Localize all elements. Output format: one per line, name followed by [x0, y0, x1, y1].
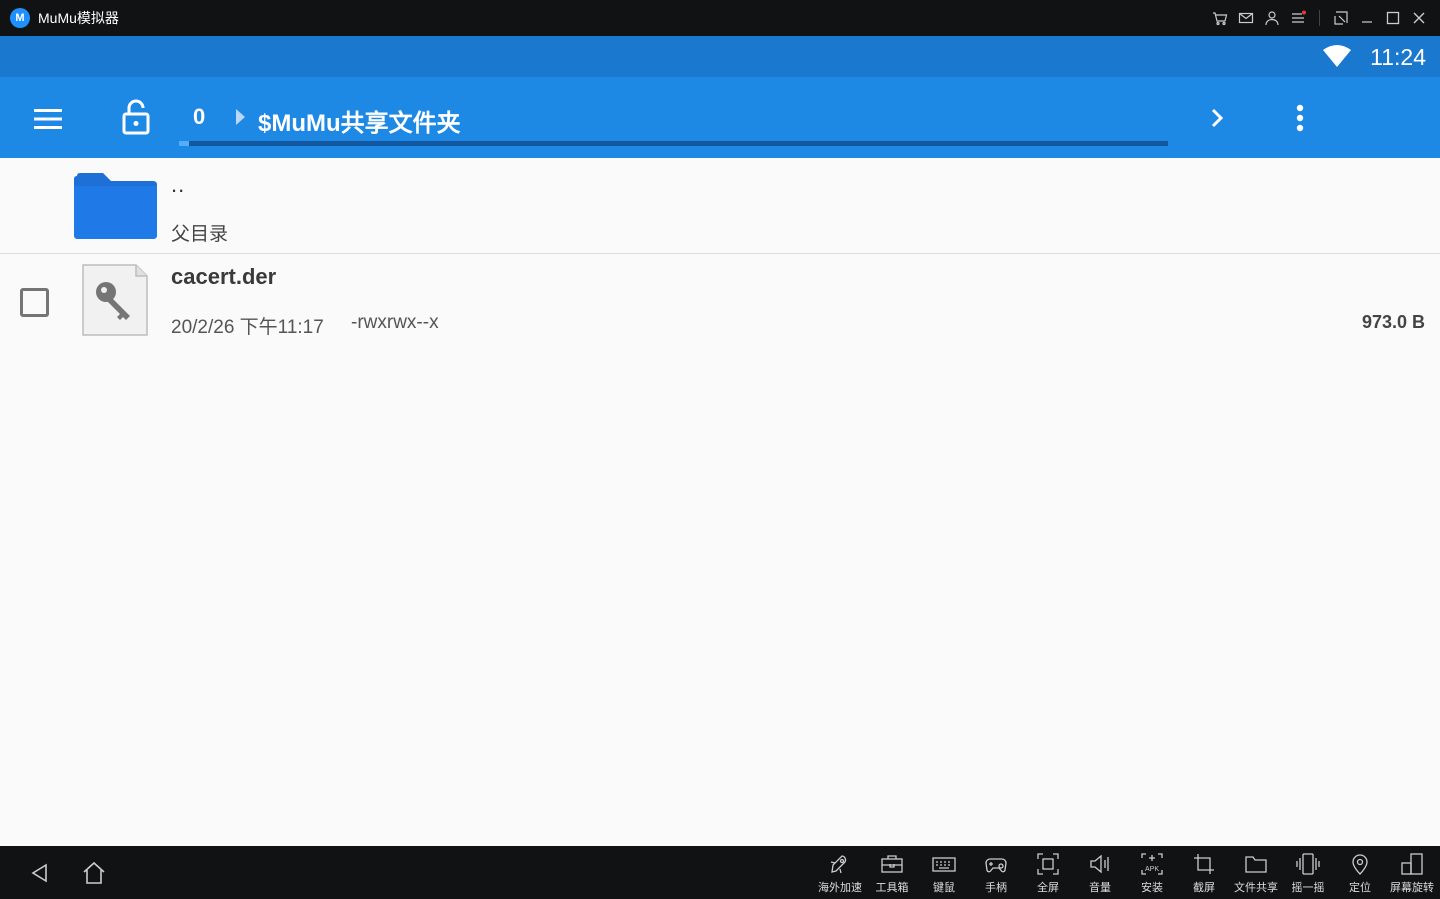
apk-icon: APK: [1141, 853, 1163, 875]
home-icon[interactable]: [80, 860, 108, 886]
user-icon[interactable]: [1259, 0, 1285, 36]
more-options-icon[interactable]: [1284, 99, 1316, 137]
tool-install-apk[interactable]: APK 安装: [1126, 846, 1178, 899]
file-manager-toolbar: 0 $MuMu共享文件夹: [0, 77, 1440, 158]
tool-fullscreen[interactable]: 全屏: [1022, 846, 1074, 899]
menu-notification-icon[interactable]: [1285, 0, 1311, 36]
tool-label: 工具箱: [875, 882, 909, 894]
file-size: 973.0 B: [1361, 312, 1425, 332]
progress-fill: [179, 141, 189, 146]
tool-label: 截屏: [1193, 882, 1215, 894]
rotate-icon: [1401, 853, 1423, 875]
status-clock: 11:24: [1370, 44, 1426, 70]
loading-progress-bar: [179, 141, 1168, 146]
hamburger-menu-icon[interactable]: [28, 99, 68, 139]
mumu-logo-icon: M: [10, 8, 30, 28]
minimize-icon[interactable]: [1354, 0, 1380, 36]
tool-file-share[interactable]: 文件共享: [1230, 846, 1282, 899]
select-checkbox[interactable]: [20, 288, 49, 317]
unlock-icon[interactable]: [115, 95, 157, 139]
tool-shake[interactable]: 摇一摇: [1282, 846, 1334, 899]
titlebar-controls: [1207, 0, 1432, 36]
location-icon: [1352, 854, 1368, 875]
fullscreen-icon: [1037, 853, 1059, 875]
file-date: 20/2/26 下午11:17: [171, 317, 324, 338]
tool-label: 定位: [1349, 882, 1371, 894]
tool-label: 手柄: [985, 882, 1007, 894]
parent-directory-row[interactable]: .. 父目录: [0, 158, 1440, 254]
emulator-toolbar: 海外加速 工具箱 键鼠 手柄 全屏 音量 APK 安装 截屏 文件共享 摇一摇 …: [814, 846, 1438, 899]
file-permissions: -rwxrwx--x: [351, 312, 439, 333]
key-file-icon: [82, 264, 148, 336]
chevron-right-icon[interactable]: [1200, 99, 1234, 137]
tool-toolbox[interactable]: 工具箱: [866, 846, 918, 899]
shrink-window-icon[interactable]: [1328, 0, 1354, 36]
parent-directory-name: ..: [171, 172, 186, 197]
toolbox-icon: [881, 855, 903, 873]
close-icon[interactable]: [1406, 0, 1432, 36]
emulator-bottombar: 海外加速 工具箱 键鼠 手柄 全屏 音量 APK 安装 截屏 文件共享 摇一摇 …: [0, 846, 1440, 899]
tool-label: 摇一摇: [1291, 882, 1325, 894]
file-list: .. 父目录 cacert.der 20/2/26 下午11:17 -rwxrw…: [0, 158, 1440, 350]
tool-label: 全屏: [1037, 882, 1059, 894]
tool-label: 屏幕旋转: [1390, 882, 1434, 894]
tool-gamepad[interactable]: 手柄: [970, 846, 1022, 899]
volume-icon: [1090, 854, 1109, 874]
folder-share-icon: [1245, 856, 1267, 873]
parent-directory-label: 父目录: [171, 224, 229, 245]
rocket-icon: [830, 855, 847, 874]
android-statusbar: 11:24: [0, 36, 1440, 77]
folder-icon: [74, 173, 157, 239]
tool-volume[interactable]: 音量: [1074, 846, 1126, 899]
tool-overseas-accelerate[interactable]: 海外加速: [814, 846, 866, 899]
tool-rotate-screen[interactable]: 屏幕旋转: [1386, 846, 1438, 899]
tool-label: 音量: [1089, 882, 1111, 894]
tool-label: 键鼠: [933, 882, 955, 894]
gamepad-icon: [985, 858, 1007, 873]
list-item[interactable]: cacert.der 20/2/26 下午11:17 -rwxrwx--x 97…: [0, 254, 1440, 350]
breadcrumb-current[interactable]: $MuMu共享文件夹: [258, 103, 461, 138]
wifi-icon: [1323, 45, 1351, 67]
maximize-icon[interactable]: [1380, 0, 1406, 36]
window-title: MuMu模拟器: [38, 10, 119, 26]
mail-icon[interactable]: [1233, 0, 1259, 36]
tool-label: 文件共享: [1234, 882, 1278, 894]
keyboard-icon: [932, 857, 956, 872]
tool-label: 安装: [1141, 882, 1163, 894]
titlebar-divider: [1319, 10, 1320, 26]
svg-text:APK: APK: [1145, 866, 1159, 873]
emulator-titlebar: M MuMu模拟器: [0, 0, 1440, 36]
tool-location[interactable]: 定位: [1334, 846, 1386, 899]
tool-label: 海外加速: [818, 882, 862, 894]
breadcrumb-root[interactable]: 0: [193, 104, 205, 130]
tool-keyboard-mouse[interactable]: 键鼠: [918, 846, 970, 899]
back-icon[interactable]: [26, 860, 54, 886]
tool-screenshot[interactable]: 截屏: [1178, 846, 1230, 899]
breadcrumb-arrow-icon: [236, 109, 245, 125]
shake-icon: [1296, 853, 1320, 875]
crop-icon: [1194, 854, 1214, 874]
cart-icon[interactable]: [1207, 0, 1233, 36]
file-name: cacert.der: [171, 264, 277, 289]
